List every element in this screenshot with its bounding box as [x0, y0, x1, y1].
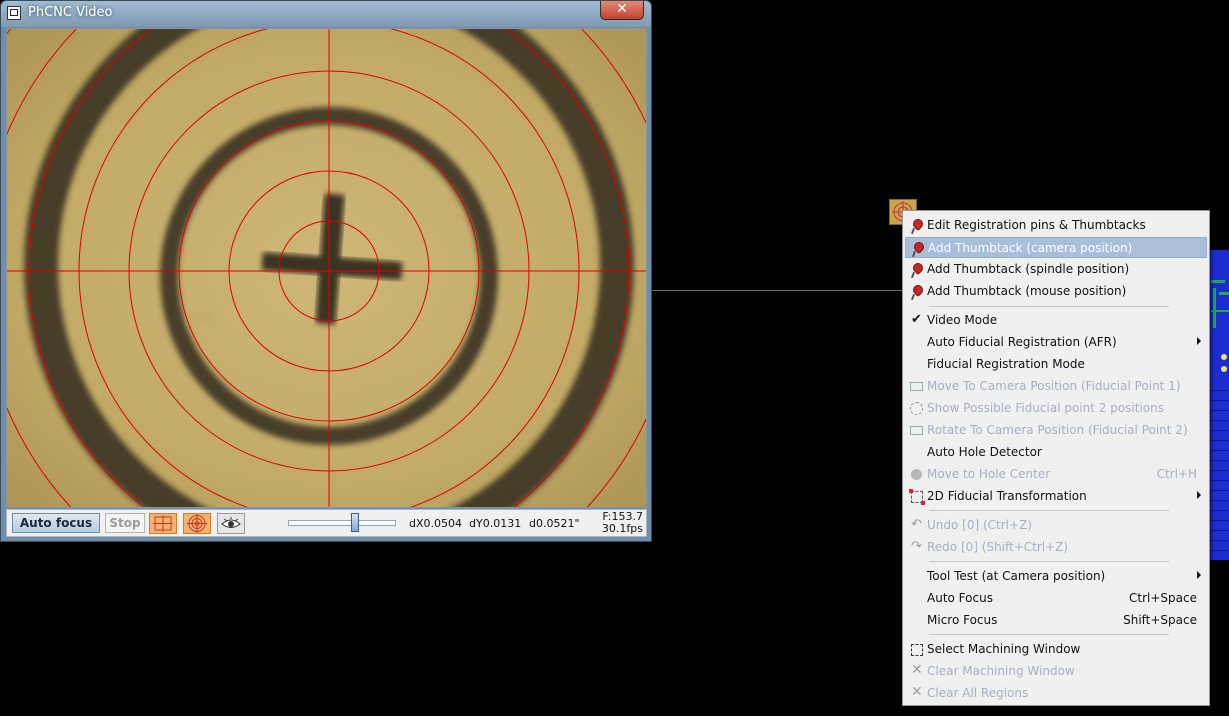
menu-item-video-mode[interactable]: ✔ Video Mode	[905, 310, 1207, 331]
thumbtack-icon	[909, 282, 926, 301]
menu-item-label: Edit Registration pins & Thumbtacks	[927, 218, 1146, 232]
menu-item-tool-test[interactable]: Tool Test (at Camera position)	[905, 566, 1207, 587]
clear-icon: ✕	[911, 662, 923, 678]
menu-item-label: Show Possible Fiducial point 2 positions	[927, 401, 1164, 415]
menu-item-add-thumbtack-spindle[interactable]: Add Thumbtack (spindle position)	[905, 259, 1207, 280]
fps-value: 30.1fps	[601, 522, 643, 535]
menu-item-fiducial-registration-mode[interactable]: Fiducial Registration Mode	[905, 354, 1207, 375]
menu-item-undo[interactable]: ↶ Undo [0] (Ctrl+Z)	[905, 515, 1207, 536]
menu-item-label: 2D Fiducial Transformation	[927, 489, 1087, 503]
submenu-arrow-icon	[1197, 571, 1201, 579]
camera-video-feed[interactable]	[6, 28, 647, 508]
menu-item-label: Select Machining Window	[927, 642, 1081, 656]
auto-focus-button[interactable]: Auto focus	[12, 513, 100, 533]
menu-item-micro-focus[interactable]: Micro Focus Shift+Space	[905, 610, 1207, 631]
submenu-arrow-icon	[1197, 491, 1201, 499]
context-menu: Edit Registration pins & Thumbtacks Add …	[902, 210, 1210, 706]
view-toggle-button[interactable]	[217, 513, 245, 534]
selection-box-icon	[909, 642, 925, 658]
video-window: PhCNC Video ✕ Auto focus Stop dX0.0504 d…	[0, 0, 652, 542]
menu-item-label: Move To Camera Position (Fiducial Point …	[927, 379, 1181, 393]
thumbtack-icon	[909, 216, 926, 235]
menu-item-clear-machining-window[interactable]: ✕ Clear Machining Window	[905, 661, 1207, 682]
menu-item-2d-fiducial-transformation[interactable]: 2D Fiducial Transformation	[905, 486, 1207, 507]
menu-item-label: Add Thumbtack (spindle position)	[927, 262, 1130, 276]
camera-rotate-icon	[909, 423, 925, 439]
clear-icon: ✕	[911, 684, 923, 700]
video-window-title: PhCNC Video	[28, 5, 113, 20]
menu-item-label: Auto Hole Detector	[927, 445, 1042, 459]
submenu-arrow-icon	[1197, 337, 1201, 345]
close-button[interactable]: ✕	[600, 1, 644, 20]
redo-icon: ↷	[911, 539, 922, 554]
stop-button[interactable]: Stop	[105, 513, 145, 533]
menu-item-shortcut: Ctrl+H	[1156, 467, 1197, 481]
menu-item-label: Auto Fiducial Registration (AFR)	[927, 335, 1117, 349]
menu-item-move-to-hole-center[interactable]: Move to Hole Center Ctrl+H	[905, 464, 1207, 485]
menu-item-label: Redo [0] (Shift+Ctrl+Z)	[927, 540, 1069, 554]
checkmark-icon: ✔	[911, 312, 922, 327]
menu-item-move-to-camera-position[interactable]: Move To Camera Position (Fiducial Point …	[905, 376, 1207, 397]
dx-readout: dX0.0504	[409, 517, 463, 530]
menu-item-label: Fiducial Registration Mode	[927, 357, 1085, 371]
menu-item-shortcut: Ctrl+Space	[1129, 591, 1197, 605]
menu-item-label: Clear All Regions	[927, 686, 1029, 700]
menu-item-label: Video Mode	[927, 313, 998, 327]
menu-item-label: Move to Hole Center	[927, 467, 1051, 481]
menu-item-label: Rotate To Camera Position (Fiducial Poin…	[927, 423, 1188, 437]
focus-slider-track[interactable]	[288, 520, 396, 526]
transform-icon	[909, 489, 925, 505]
hole-center-icon	[909, 467, 925, 483]
pcb-board-view[interactable]	[1209, 250, 1229, 560]
focus-fps-readout: F:153.7 30.1fps	[589, 511, 643, 535]
focus-slider-thumb[interactable]	[351, 513, 359, 532]
menu-item-label: Auto Focus	[927, 591, 993, 605]
camera-move-icon	[909, 379, 925, 395]
crosshair-icon	[153, 515, 173, 532]
menu-item-label: Tool Test (at Camera position)	[927, 569, 1106, 583]
menu-item-shortcut: Shift+Space	[1123, 613, 1197, 627]
menu-item-label: Undo [0] (Ctrl+Z)	[927, 518, 1032, 532]
thumbtack-icon	[910, 239, 927, 258]
menu-item-add-thumbtack-mouse[interactable]: Add Thumbtack (mouse position)	[905, 281, 1207, 302]
eye-icon	[221, 517, 241, 528]
menu-item-edit-registration-pins[interactable]: Edit Registration pins & Thumbtacks	[905, 215, 1207, 236]
menu-item-rotate-to-camera-position[interactable]: Rotate To Camera Position (Fiducial Poin…	[905, 420, 1207, 441]
menu-item-auto-hole-detector[interactable]: Auto Hole Detector	[905, 442, 1207, 463]
menu-item-label: Add Thumbtack (mouse position)	[927, 284, 1127, 298]
menu-item-label: Add Thumbtack (camera position)	[928, 241, 1133, 255]
menu-separator	[929, 634, 1169, 635]
menu-item-show-fiducial-point-2[interactable]: Show Possible Fiducial point 2 positions	[905, 398, 1207, 419]
canvas-guide-line	[652, 290, 904, 291]
menu-item-auto-focus[interactable]: Auto Focus Ctrl+Space	[905, 588, 1207, 609]
menu-item-label: Micro Focus	[927, 613, 998, 627]
undo-icon: ↶	[911, 517, 922, 532]
crosshair-toggle-button[interactable]	[149, 513, 177, 534]
menu-item-label: Clear Machining Window	[927, 664, 1075, 678]
menu-separator	[929, 561, 1169, 562]
video-toolbar: Auto focus Stop dX0.0504 dY0.0131 d0.052…	[6, 509, 647, 537]
target-rings-icon	[187, 514, 207, 533]
menu-item-add-thumbtack-camera[interactable]: Add Thumbtack (camera position)	[905, 237, 1207, 258]
rings-toggle-button[interactable]	[183, 513, 211, 534]
app-icon	[7, 6, 21, 20]
menu-item-redo[interactable]: ↷ Redo [0] (Shift+Ctrl+Z)	[905, 537, 1207, 558]
menu-item-clear-all-regions[interactable]: ✕ Clear All Regions	[905, 683, 1207, 704]
menu-item-auto-fiducial-registration[interactable]: Auto Fiducial Registration (AFR)	[905, 332, 1207, 353]
distance-readout: d0.0521"	[529, 517, 580, 530]
dy-readout: dY0.0131	[469, 517, 522, 530]
dashed-circle-icon	[909, 401, 925, 417]
video-window-titlebar[interactable]: PhCNC Video	[1, 1, 651, 27]
camera-image	[7, 29, 646, 507]
thumbtack-icon	[909, 260, 926, 279]
menu-separator	[929, 306, 1169, 307]
menu-separator	[929, 510, 1169, 511]
menu-item-select-machining-window[interactable]: Select Machining Window	[905, 639, 1207, 660]
